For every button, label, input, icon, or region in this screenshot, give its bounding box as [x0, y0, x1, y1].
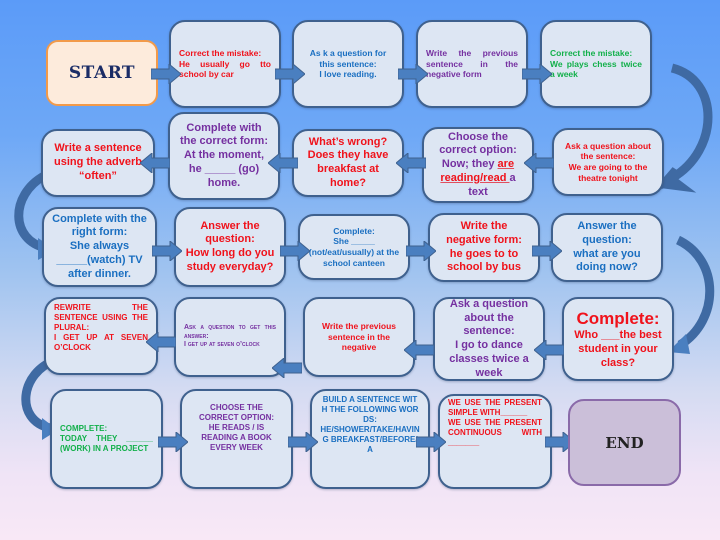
card-body: what are you doing now? [573, 247, 641, 274]
card-title: Complete with the correct form: [179, 121, 269, 148]
card-title: Ask a question to get this answer: [184, 323, 276, 340]
card-title: REWRITE THE SENTENCE USING THE PLURAL: [54, 303, 148, 332]
card-r5-1[interactable]: COMPLETE: TODAY THEY ______ (WORK) IN A P… [50, 389, 163, 489]
card-body: I love reading. [319, 69, 377, 80]
card-body: How long do you study everyday? [185, 247, 275, 273]
card-body: She always _____(watch) TV after dinner. [56, 240, 143, 280]
arrow-right-icon [416, 432, 446, 452]
card-title: Write a sentence using the adverb [53, 142, 143, 169]
arrow-left-icon [146, 332, 176, 352]
card-title: Complete with the right form: [52, 212, 147, 239]
card-body: She _____ (not/eat/usually) at the schoo… [308, 236, 400, 268]
card-body: Now; they are reading/read a text [432, 158, 524, 199]
card-r4-5[interactable]: Complete: Who ___the best student in your… [562, 297, 674, 381]
card-r1-4[interactable]: Correct the mistake: We plays chess twice… [540, 20, 652, 108]
card-r3-5[interactable]: Answer the question: what are you doing n… [551, 213, 663, 282]
card-body: I get up at seven o’clock [184, 341, 260, 349]
card-body: I GET UP AT SEVEN O’CLOCK [54, 333, 148, 352]
curve-arrow-row1-to-row2 [655, 63, 713, 193]
card-body: Does they have breakfast at home? [307, 149, 389, 189]
card-title: COMPLETE: [60, 424, 108, 433]
card-r2-5[interactable]: Ask a question about the sentence: We are… [552, 128, 664, 196]
arrow-left-icon [396, 153, 426, 173]
card-r4-4[interactable]: Ask a question about the sentence: I go t… [433, 297, 545, 381]
card-r5-2[interactable]: CHOOSE THE CORRECT OPTION: HE READS / IS … [180, 389, 293, 489]
card-r3-4[interactable]: Write the negative form: he goes to to sc… [428, 213, 540, 282]
card-title: Write the previous sentence in the negat… [322, 321, 396, 353]
card-r5-4[interactable]: WE USE THE PRESENT SIMPLE WITH______ WE U… [438, 394, 552, 489]
card-title: As k a question for this sentence: [309, 48, 387, 69]
card-title: Ask a question about the sentence: [565, 140, 651, 162]
arrow-right-icon [151, 64, 181, 84]
card-title: Answer the question: [577, 220, 637, 246]
arrow-right-icon [280, 241, 310, 261]
arrow-right-icon [152, 241, 182, 261]
card-title: Answer the question: [200, 219, 260, 246]
card-r3-3[interactable]: Complete: She _____ (not/eat/usually) at … [298, 214, 410, 280]
arrow-left-icon [268, 153, 298, 173]
arrow-left-icon [524, 153, 554, 173]
card-title: Choose the correct option: [439, 130, 517, 157]
card-r1-3[interactable]: Write the previous sentence in the negat… [416, 20, 528, 108]
card-title: BUILD A SENTENCE WITH THE FOLLOWING WORD… [321, 395, 419, 424]
curve-arrow-row3-to-row4 [675, 235, 715, 349]
start-box: START [46, 40, 158, 106]
card-body: HE/SHOWER/TAKE/HAVING BREAKFAST/BEFORE/A [320, 425, 420, 454]
card-title: Write the negative form: [446, 220, 522, 246]
card-r4-2[interactable]: Ask a question to get this answer: I get … [174, 297, 286, 377]
card-r5-3[interactable]: BUILD A SENTENCE WITH THE FOLLOWING WORD… [310, 389, 430, 489]
card-body: At the moment, he _____ (go) home. [183, 149, 265, 189]
card-line-2: WE USE THE PRESENT CONTINUOUS WITH _____… [448, 418, 542, 447]
arrow-left-icon [404, 340, 434, 360]
card-r1-2[interactable]: As k a question for this sentence: I love… [292, 20, 404, 108]
card-r1-1[interactable]: Correct the mistake: He usually go tto sc… [169, 20, 281, 108]
card-title: Complete: [333, 225, 375, 236]
end-label: END [605, 433, 644, 452]
card-title: Correct the mistake: [550, 48, 633, 59]
arrow-left-icon [272, 358, 302, 378]
arrow-right-icon [275, 64, 305, 84]
arrow-right-icon [398, 64, 428, 84]
card-title: CHOOSE THE CORRECT OPTION: [198, 403, 275, 422]
arrow-right-icon [158, 432, 188, 452]
arrow-left-icon [534, 340, 564, 360]
card-body: HE READS / IS READING A BOOK EVERY WEEK [201, 423, 272, 452]
card-r4-1[interactable]: REWRITE THE SENTENCE USING THE PLURAL: I … [44, 297, 158, 375]
card-r3-2[interactable]: Answer the question: How long do you stud… [174, 207, 286, 287]
arrow-right-icon [522, 64, 552, 84]
card-body: We are going to the theatre tonight [568, 162, 648, 183]
card-title: Ask a question about the sentence: [449, 297, 529, 338]
card-title: What’s wrong? [308, 135, 388, 148]
card-body: We plays chess twice a week [550, 58, 642, 80]
card-body: “often” [79, 169, 117, 182]
card-body-text: Now; they [441, 158, 498, 171]
card-r2-4[interactable]: Choose the correct option: Now; they are… [422, 127, 534, 203]
card-title: Complete: [576, 308, 660, 328]
card-r3-1[interactable]: Complete with the right form: She always … [42, 207, 157, 287]
card-body: Who ___the best student in your class? [574, 329, 662, 369]
card-r2-1[interactable]: Write a sentence using the adverb “often” [41, 129, 155, 197]
card-line-1: WE USE THE PRESENT SIMPLE WITH______ [448, 398, 542, 417]
arrow-left-icon [140, 153, 170, 173]
arrow-right-icon [532, 241, 562, 261]
arrow-right-icon [288, 432, 318, 452]
card-body: He usually go tto school by car [179, 58, 271, 80]
card-body: TODAY THEY ______ (WORK) IN A PROJECT [60, 434, 153, 453]
card-r2-3[interactable]: What’s wrong? Does they have breakfast at… [292, 129, 404, 197]
arrow-right-icon [406, 241, 436, 261]
card-title: Write the previous sentence in the negat… [426, 48, 518, 80]
card-body: he goes to to school by bus [447, 247, 521, 274]
card-r2-2[interactable]: Complete with the correct form: At the mo… [168, 112, 280, 200]
card-title: Correct the mistake: [179, 48, 262, 59]
end-box: END [568, 399, 681, 486]
card-body: I go to dance classes twice a week [449, 339, 529, 379]
card-r4-3[interactable]: Write the previous sentence in the negat… [303, 297, 415, 377]
start-label: START [68, 63, 136, 83]
